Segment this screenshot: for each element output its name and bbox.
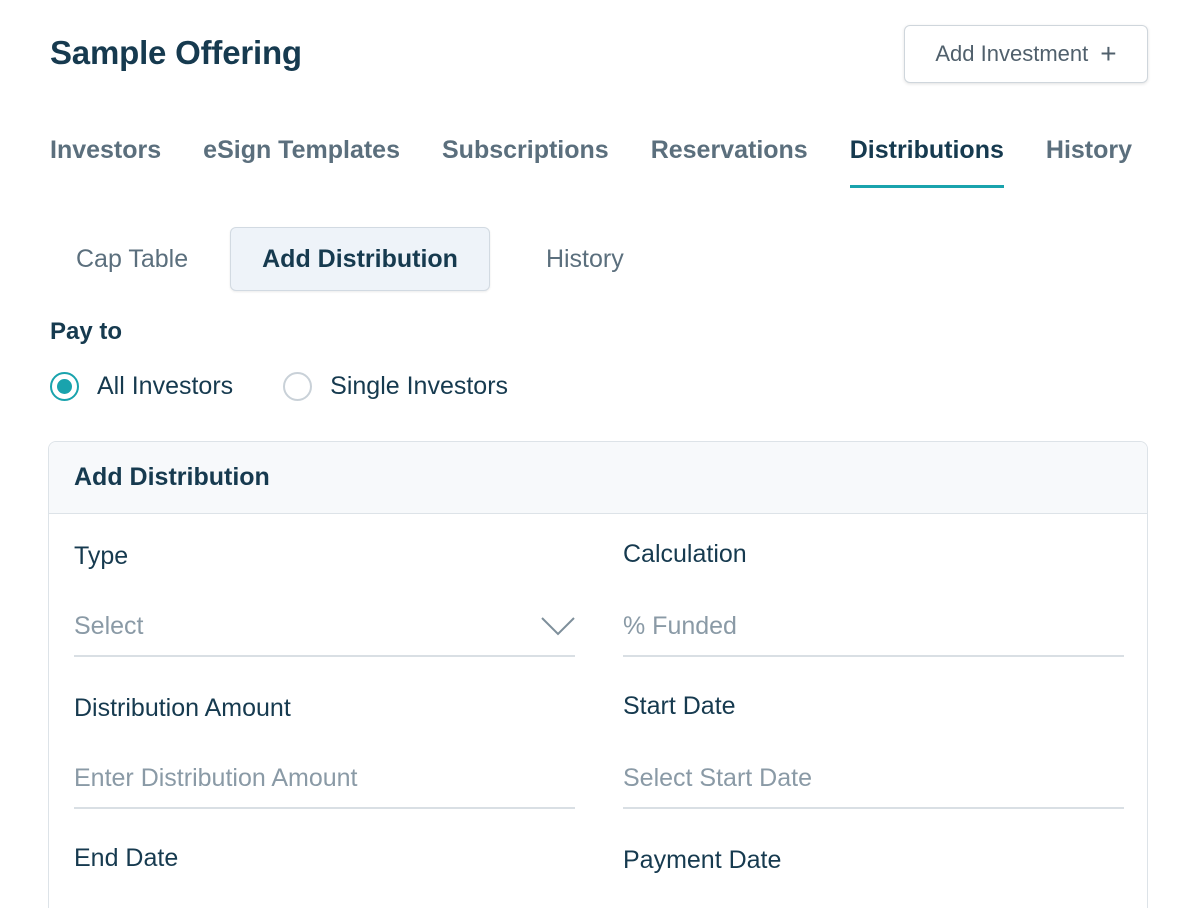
subtab-add-distribution[interactable]: Add Distribution — [230, 227, 490, 291]
type-select[interactable]: Select — [74, 597, 575, 657]
calculation-label: Calculation — [623, 540, 747, 568]
tab-esign-templates[interactable]: eSign Templates — [203, 134, 400, 188]
tab-subscriptions[interactable]: Subscriptions — [442, 134, 609, 188]
pay-to-radio-group: All Investors Single Investors — [50, 372, 558, 401]
pay-to-label: Pay to — [50, 318, 123, 345]
chevron-down-icon — [541, 617, 575, 636]
radio-unchecked-icon[interactable] — [283, 372, 313, 401]
radio-label-all-investors: All Investors — [97, 372, 234, 400]
tab-reservations[interactable]: Reservations — [651, 134, 808, 188]
radio-single-investors[interactable]: Single Investors — [283, 372, 508, 401]
add-investment-button[interactable]: Add Investment + — [904, 25, 1148, 83]
card-header: Add Distribution — [49, 442, 1147, 514]
type-select-placeholder: Select — [74, 612, 144, 640]
radio-label-single-investors: Single Investors — [330, 372, 509, 400]
main-tabs: Investors eSign Templates Subscriptions … — [50, 134, 1174, 188]
sub-tabs: Cap Table Add Distribution History — [50, 227, 650, 291]
distribution-amount-input[interactable]: Enter Distribution Amount — [74, 749, 575, 809]
radio-checked-icon[interactable] — [50, 372, 79, 401]
tab-distributions[interactable]: Distributions — [849, 134, 1005, 188]
add-investment-label: Add Investment — [935, 41, 1089, 66]
radio-all-investors[interactable]: All Investors — [50, 372, 233, 401]
distribution-amount-label: Distribution Amount — [74, 694, 291, 722]
subtab-cap-table[interactable]: Cap Table — [50, 227, 214, 291]
add-distribution-card: Add Distribution Type Select Calculation… — [48, 441, 1148, 908]
subtab-history[interactable]: History — [520, 227, 650, 291]
end-date-label: End Date — [74, 844, 179, 872]
distribution-amount-placeholder: Enter Distribution Amount — [74, 764, 358, 792]
tab-history[interactable]: History — [1046, 134, 1132, 188]
calculation-input[interactable]: % Funded — [623, 597, 1124, 657]
tab-investors[interactable]: Investors — [50, 134, 161, 188]
start-date-placeholder: Select Start Date — [623, 764, 812, 792]
start-date-input[interactable]: Select Start Date — [623, 749, 1124, 809]
payment-date-label: Payment Date — [623, 846, 782, 874]
plus-icon: + — [1100, 38, 1117, 69]
page-title: Sample Offering — [50, 34, 302, 71]
type-label: Type — [74, 542, 129, 570]
start-date-label: Start Date — [623, 692, 736, 720]
calculation-value: % Funded — [623, 612, 737, 640]
card-title: Add Distribution — [74, 463, 270, 491]
